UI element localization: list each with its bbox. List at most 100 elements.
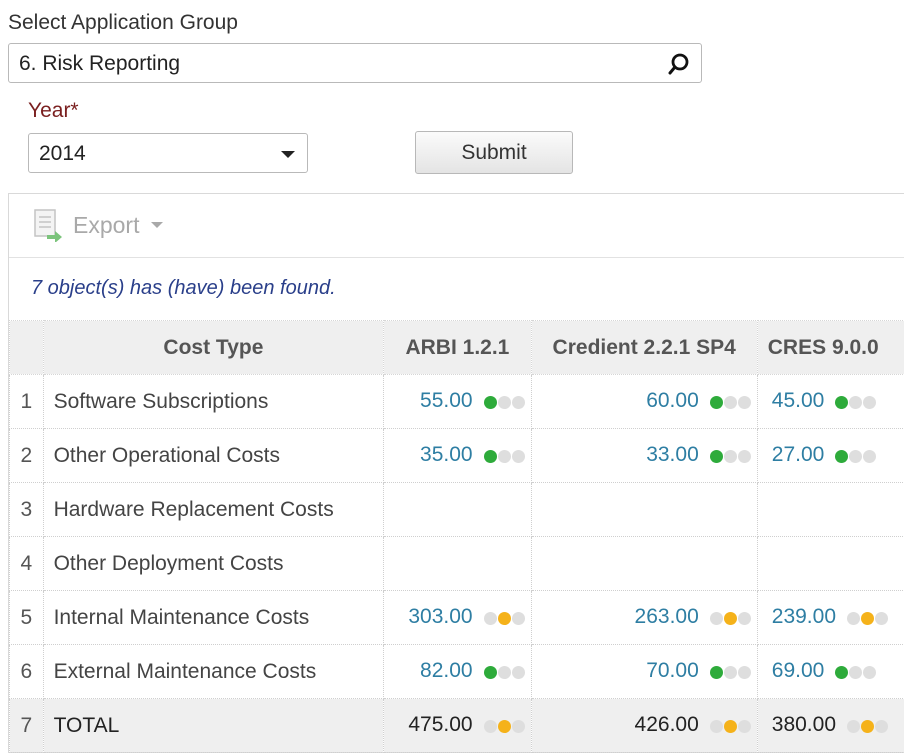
export-label: Export — [73, 212, 139, 239]
traffic-light-icon — [709, 444, 751, 468]
cost-value-link[interactable]: 33.00 — [646, 443, 699, 466]
traffic-light-icon — [483, 390, 525, 414]
cost-value-link[interactable]: 82.00 — [420, 659, 473, 682]
status-dot — [484, 720, 497, 733]
column-header[interactable]: Credient 2.2.1 SP4 — [531, 321, 757, 375]
status-dot — [498, 396, 511, 409]
row-number: 3 — [10, 483, 44, 537]
year-select[interactable]: 2014 — [28, 133, 308, 173]
status-dot — [861, 720, 874, 733]
status-dot — [835, 396, 848, 409]
cost-value-cell — [757, 537, 904, 591]
traffic-light-icon — [483, 606, 525, 630]
table-row[interactable]: 6External Maintenance Costs82.0070.0069.… — [10, 645, 904, 699]
row-number: 1 — [10, 375, 44, 429]
cost-value-cell — [757, 483, 904, 537]
table-row[interactable]: 4Other Deployment Costs — [10, 537, 904, 591]
status-dot — [863, 666, 876, 679]
table-row[interactable]: 5Internal Maintenance Costs303.00263.002… — [10, 591, 904, 645]
cost-value-cell: 426.00 — [531, 699, 757, 753]
cost-value-link[interactable]: 27.00 — [772, 443, 825, 466]
traffic-light-icon — [709, 390, 751, 414]
status-dot — [847, 612, 860, 625]
status-dot — [724, 612, 737, 625]
status-dot — [849, 666, 862, 679]
status-dot — [724, 666, 737, 679]
table-total-row[interactable]: 7TOTAL475.00426.00380.00 — [10, 699, 904, 753]
status-dot — [738, 396, 751, 409]
export-button[interactable]: Export — [33, 208, 163, 242]
cost-value-cell: 263.00 — [531, 591, 757, 645]
cost-value-link[interactable]: 69.00 — [772, 659, 825, 682]
cost-value-link[interactable]: 70.00 — [646, 659, 699, 682]
year-value: 2014 — [39, 142, 86, 166]
status-dot — [724, 450, 737, 463]
status-dot — [710, 612, 723, 625]
cost-value-link[interactable]: 380.00 — [772, 713, 836, 736]
status-dot — [738, 720, 751, 733]
status-dot — [512, 666, 525, 679]
status-dot — [738, 666, 751, 679]
cost-value-link[interactable]: 426.00 — [635, 713, 699, 736]
export-icon — [33, 208, 63, 242]
row-number: 4 — [10, 537, 44, 591]
status-dot — [498, 666, 511, 679]
traffic-light-icon — [709, 606, 751, 630]
search-icon[interactable] — [667, 52, 691, 76]
cost-value-link[interactable]: 475.00 — [408, 713, 472, 736]
status-dot — [847, 720, 860, 733]
cost-type-cell: Hardware Replacement Costs — [43, 483, 384, 537]
table-row[interactable]: 3Hardware Replacement Costs — [10, 483, 904, 537]
column-header[interactable]: Cost Type — [43, 321, 384, 375]
status-dot — [835, 666, 848, 679]
status-dot — [875, 720, 888, 733]
cost-type-cell: Other Deployment Costs — [43, 537, 384, 591]
dropdown-arrow-icon — [151, 222, 163, 228]
cost-value-link[interactable]: 60.00 — [646, 389, 699, 412]
status-dot — [738, 450, 751, 463]
cost-value-cell: 303.00 — [384, 591, 531, 645]
cost-value-link[interactable]: 35.00 — [420, 443, 473, 466]
cost-value-link[interactable]: 45.00 — [772, 389, 825, 412]
cost-value-cell: 35.00 — [384, 429, 531, 483]
cost-value-link[interactable]: 303.00 — [408, 605, 472, 628]
cost-type-cell: Other Operational Costs — [43, 429, 384, 483]
cost-value-cell — [384, 537, 531, 591]
traffic-light-icon — [709, 714, 751, 738]
app-group-label: Select Application Group — [8, 11, 238, 35]
app-group-value: 6. Risk Reporting — [19, 52, 180, 76]
cost-value-cell: 239.00 — [757, 591, 904, 645]
cost-value-link[interactable]: 263.00 — [635, 605, 699, 628]
status-dot — [738, 612, 751, 625]
traffic-light-icon — [483, 660, 525, 684]
cost-value-cell: 33.00 — [531, 429, 757, 483]
status-dot — [710, 666, 723, 679]
cost-value-cell: 27.00 — [757, 429, 904, 483]
table-row[interactable]: 2Other Operational Costs35.0033.0027.00 — [10, 429, 904, 483]
traffic-light-icon — [834, 444, 876, 468]
status-dot — [484, 666, 497, 679]
status-dot — [710, 720, 723, 733]
cost-value-cell — [531, 483, 757, 537]
app-group-search-field[interactable]: 6. Risk Reporting — [8, 43, 702, 83]
table-row[interactable]: 1Software Subscriptions55.0060.0045.00 — [10, 375, 904, 429]
cost-value-link[interactable]: 55.00 — [420, 389, 473, 412]
row-number-header — [10, 321, 44, 375]
traffic-light-icon — [834, 660, 876, 684]
cost-type-cell: TOTAL — [43, 699, 384, 753]
cost-table: Cost Type ARBI 1.2.1 Credient 2.2.1 SP4 … — [9, 320, 904, 753]
results-count-message: 7 object(s) has (have) been found. — [31, 277, 336, 300]
status-dot — [835, 450, 848, 463]
traffic-light-icon — [846, 606, 888, 630]
status-dot — [484, 396, 497, 409]
row-number: 5 — [10, 591, 44, 645]
submit-button[interactable]: Submit — [415, 131, 573, 174]
column-header[interactable]: ARBI 1.2.1 — [384, 321, 531, 375]
column-header[interactable]: CRES 9.0.0 — [757, 321, 904, 375]
status-dot — [724, 720, 737, 733]
cost-value-cell: 380.00 — [757, 699, 904, 753]
status-dot — [861, 612, 874, 625]
cost-value-cell: 60.00 — [531, 375, 757, 429]
cost-value-link[interactable]: 239.00 — [772, 605, 836, 628]
status-dot — [512, 612, 525, 625]
